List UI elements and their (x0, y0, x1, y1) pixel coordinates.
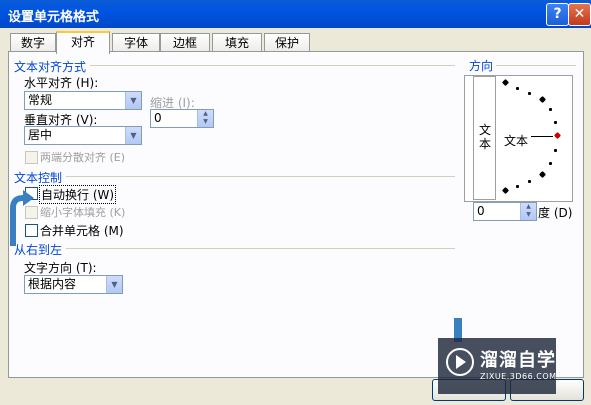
play-logo-icon (446, 348, 474, 376)
watermark: 溜溜自学 ZIXUE.3D66.COM (438, 338, 556, 394)
tab-alignment[interactable]: 对齐 (56, 31, 110, 54)
arrow-head-icon (23, 190, 34, 206)
watermark-url: ZIXUE.3D66.COM (480, 372, 557, 381)
watermark-title: 溜溜自学 (480, 350, 556, 371)
